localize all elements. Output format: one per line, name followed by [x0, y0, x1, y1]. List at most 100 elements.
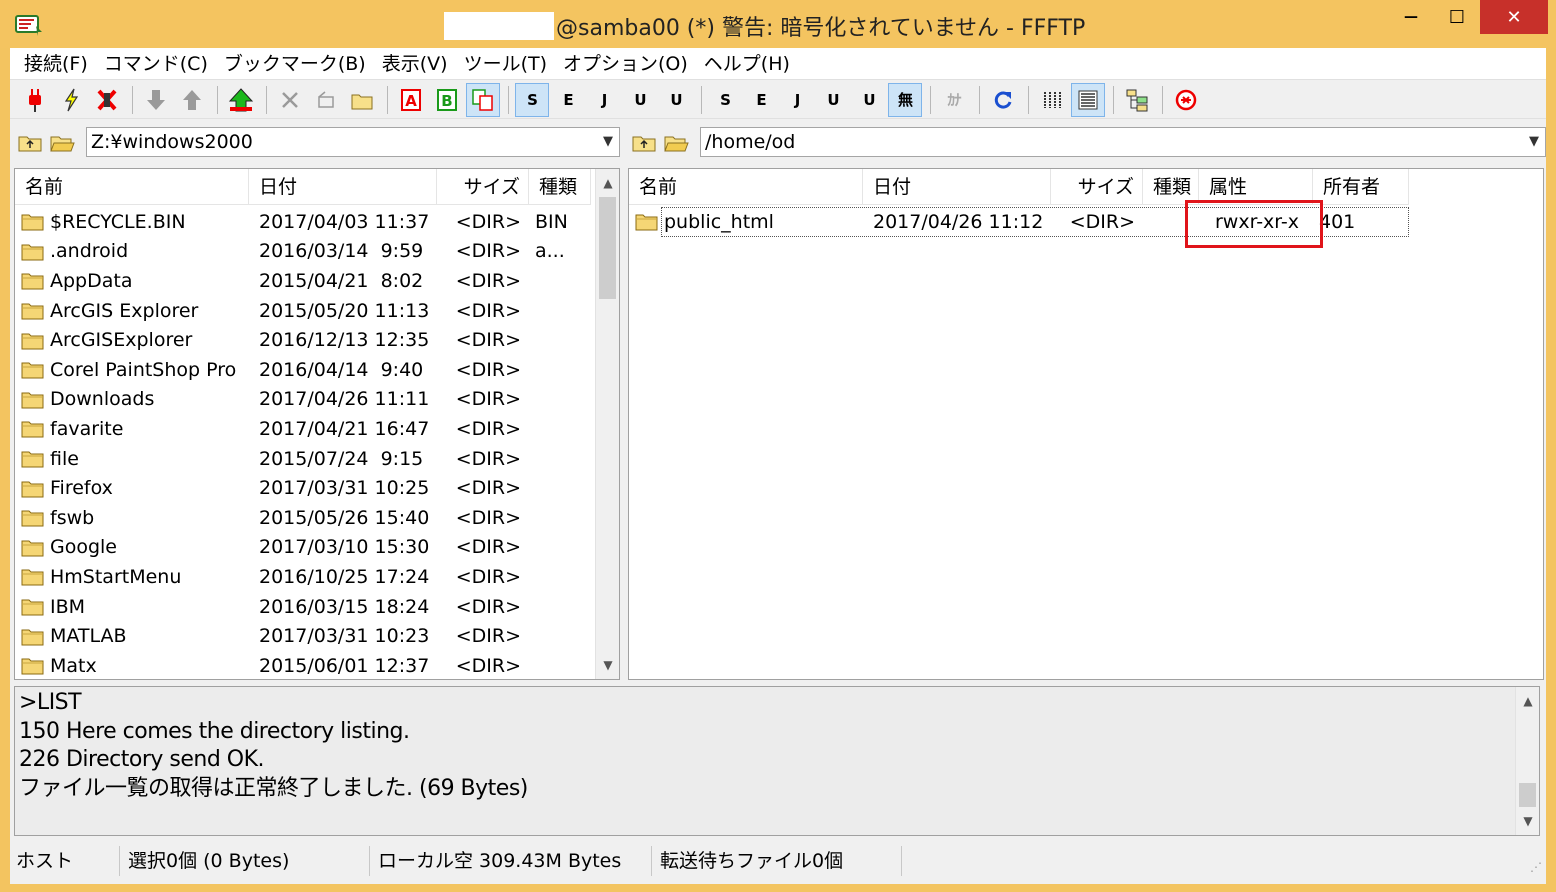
remote-path-combo[interactable]: /home/od ▼ [700, 127, 1546, 157]
menu-help[interactable]: ヘルプ(H) [696, 48, 798, 80]
local-sjis-button[interactable]: S [708, 83, 742, 117]
scrollbar-thumb[interactable] [599, 197, 616, 299]
download-button[interactable] [139, 83, 173, 117]
local-file-row[interactable]: MATLAB 2017/03/31 10:23 <DIR> [15, 621, 591, 651]
close-button[interactable]: ✕ [1480, 0, 1548, 34]
file-size: <DIR> [455, 536, 521, 559]
ffftp-app-icon[interactable] [14, 12, 44, 38]
menu-bookmark[interactable]: ブックマーク(B) [216, 48, 374, 80]
scroll-up-icon[interactable]: ▲ [1516, 689, 1540, 713]
local-col-type[interactable]: 種類 [529, 169, 591, 205]
local-utf8b-button[interactable]: U [852, 83, 886, 117]
green-arrow-up-icon [228, 87, 254, 111]
minimize-button[interactable]: — [1388, 0, 1434, 34]
connect-button[interactable] [18, 83, 52, 117]
mirror-upload-button[interactable] [224, 83, 258, 117]
local-col-name[interactable]: 名前 [15, 169, 249, 205]
auto-mode-button[interactable] [466, 82, 500, 117]
local-file-row[interactable]: $RECYCLE.BIN 2017/04/03 11:37 <DIR> BIN [15, 207, 591, 237]
toolbar-separator [979, 85, 980, 114]
rename-button[interactable] [309, 83, 343, 117]
remote-parent-folder-button[interactable] [628, 127, 660, 157]
detail-view-icon [1078, 90, 1098, 109]
local-file-row[interactable]: Corel PaintShop Pro 2016/04/14 9:40 <DIR> [15, 355, 591, 385]
remote-col-size[interactable]: サイズ [1051, 169, 1143, 205]
binary-b-icon: B [437, 88, 457, 111]
folder-icon [635, 214, 658, 231]
local-file-row[interactable]: HmStartMenu 2016/10/25 17:24 <DIR> [15, 562, 591, 592]
remote-col-owner[interactable]: 所有者 [1313, 169, 1409, 205]
disconnect-button[interactable] [90, 83, 124, 117]
local-utf8n-button[interactable]: U [816, 83, 850, 117]
abort-button[interactable] [1169, 83, 1203, 117]
remote-utf8n-button[interactable]: U [623, 83, 657, 117]
local-file-row[interactable]: fswb 2015/05/26 15:40 <DIR> [15, 503, 591, 533]
toolbar-separator [266, 85, 267, 114]
local-file-row[interactable]: Firefox 2017/03/31 10:25 <DIR> [15, 473, 591, 503]
log-panel[interactable]: >LIST 150 Here comes the directory listi… [14, 686, 1540, 836]
title-bar[interactable]: @samba00 (*) 警告: 暗号化されていません - FFFTP — ☐ … [0, 0, 1556, 48]
remote-euc-button[interactable]: E [551, 83, 585, 117]
local-open-folder-button[interactable] [46, 127, 78, 157]
resize-grip-icon[interactable]: ⋰ [1530, 860, 1542, 874]
scrollbar-thumb[interactable] [1519, 783, 1536, 807]
local-file-row[interactable]: Google 2017/03/10 15:30 <DIR> [15, 533, 591, 563]
remote-file-list[interactable]: 名前 日付 サイズ 種類 属性 所有者 public_html 2017/04/2… [628, 168, 1544, 680]
tree-view-button[interactable] [1120, 83, 1154, 117]
remote-open-folder-button[interactable] [660, 127, 692, 157]
local-col-size[interactable]: サイズ [437, 169, 529, 205]
file-size: <DIR> [455, 625, 521, 648]
upload-button[interactable] [175, 83, 209, 117]
jis-label: J [794, 90, 801, 109]
binary-mode-button[interactable]: B [430, 83, 464, 117]
remote-col-date[interactable]: 日付 [863, 169, 1051, 205]
new-folder-button[interactable] [345, 83, 379, 117]
menu-connect[interactable]: 接続(F) [16, 48, 96, 80]
remote-col-name[interactable]: 名前 [629, 169, 863, 205]
refresh-button[interactable] [986, 83, 1020, 117]
file-size: <DIR> [455, 240, 521, 263]
remote-jis-button[interactable]: J [587, 83, 621, 117]
local-file-row[interactable]: Downloads 2017/04/26 11:11 <DIR> [15, 385, 591, 415]
list-view-button[interactable] [1035, 83, 1069, 117]
menu-command[interactable]: コマンド(C) [96, 48, 216, 80]
menu-options[interactable]: オプション(O) [555, 48, 696, 80]
local-file-row[interactable]: Matx 2015/06/01 12:37 <DIR> [15, 651, 591, 679]
quick-connect-button[interactable] [54, 83, 88, 117]
local-file-list[interactable]: 名前 日付 サイズ 種類 $RECYCLE.BIN 2017/04/03 11:3… [14, 168, 620, 680]
local-path-combo[interactable]: Z:¥windows2000 ▼ [86, 127, 620, 157]
maximize-button[interactable]: ☐ [1434, 0, 1480, 34]
local-file-row[interactable]: AppData 2015/04/21 8:02 <DIR> [15, 266, 591, 296]
log-scrollbar[interactable]: ▲ ▼ [1515, 687, 1539, 835]
local-jis-button[interactable]: J [780, 83, 814, 117]
local-euc-button[interactable]: E [744, 83, 778, 117]
kana-convert-button[interactable]: ｶﾅ [937, 83, 971, 117]
no-convert-button[interactable]: 無 [888, 82, 922, 117]
remote-sjis-button[interactable]: S [515, 82, 549, 117]
menu-tools[interactable]: ツール(T) [456, 48, 555, 80]
ascii-mode-button[interactable]: A [394, 83, 428, 117]
ascii-a-icon: A [401, 88, 421, 111]
file-date: 2016/12/13 12:35 [259, 329, 430, 352]
delete-button[interactable] [273, 83, 307, 117]
rename-icon [318, 90, 334, 108]
chevron-down-icon[interactable]: ▼ [1529, 134, 1539, 149]
local-col-date[interactable]: 日付 [249, 169, 437, 205]
local-file-row[interactable]: .android 2016/03/14 9:59 <DIR> a... [15, 237, 591, 267]
local-file-row[interactable]: IBM 2016/03/15 18:24 <DIR> [15, 592, 591, 622]
scroll-down-icon[interactable]: ▼ [596, 653, 619, 677]
folder-icon [21, 510, 44, 527]
local-scrollbar[interactable]: ▲ ▼ [595, 169, 619, 679]
menu-view[interactable]: 表示(V) [374, 48, 456, 80]
scroll-up-icon[interactable]: ▲ [596, 171, 619, 195]
chevron-down-icon[interactable]: ▼ [603, 134, 613, 149]
detail-view-button[interactable] [1071, 82, 1105, 117]
file-name: ArcGISExplorer [50, 329, 193, 352]
local-file-row[interactable]: ArcGISExplorer 2016/12/13 12:35 <DIR> [15, 325, 591, 355]
scroll-down-icon[interactable]: ▼ [1516, 809, 1540, 833]
local-file-row[interactable]: file 2015/07/24 9:15 <DIR> [15, 444, 591, 474]
remote-utf8b-button[interactable]: U [659, 83, 693, 117]
local-parent-folder-button[interactable] [14, 127, 46, 157]
local-file-row[interactable]: favarite 2017/04/21 16:47 <DIR> [15, 414, 591, 444]
local-file-row[interactable]: ArcGIS Explorer 2015/05/20 11:13 <DIR> [15, 296, 591, 326]
